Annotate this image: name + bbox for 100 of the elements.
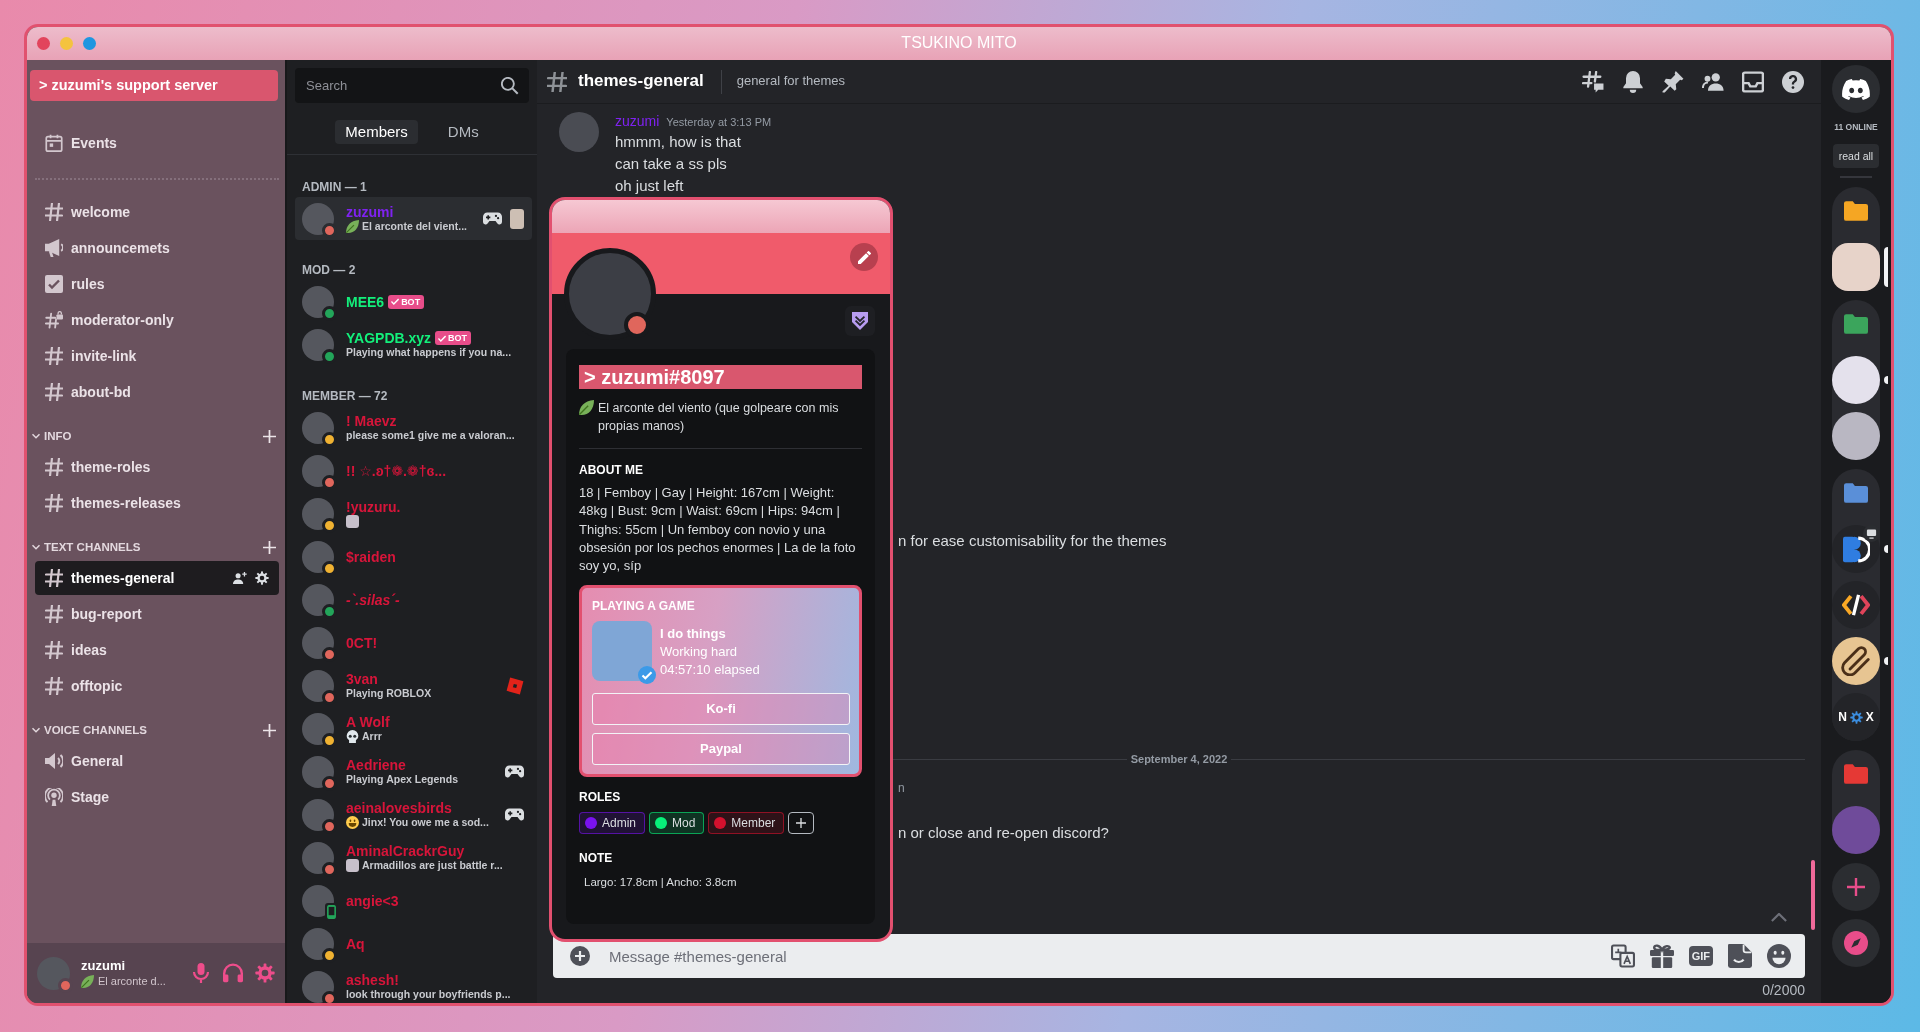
selected-member-row[interactable]: zuzumi El arconte del vient... xyxy=(295,197,532,240)
scrollbar-thumb[interactable] xyxy=(1811,860,1815,930)
member-name: A Wolf xyxy=(346,714,390,730)
user-avatar[interactable] xyxy=(302,583,334,616)
member-name: ashesh! xyxy=(346,972,399,988)
user-avatar[interactable] xyxy=(302,454,334,487)
server-icon[interactable] xyxy=(1832,581,1880,629)
user-avatar[interactable] xyxy=(302,884,334,917)
user-avatar[interactable] xyxy=(302,328,334,361)
member-activity: Arrr xyxy=(362,730,382,743)
custom-status: El arconte d... xyxy=(98,974,166,988)
user-avatar[interactable] xyxy=(302,712,334,745)
server-picture[interactable] xyxy=(1832,243,1880,291)
user-avatar[interactable] xyxy=(302,755,334,788)
user-avatar[interactable] xyxy=(302,970,334,1003)
user-avatar[interactable] xyxy=(302,411,334,444)
add-member-icon[interactable] xyxy=(233,571,247,585)
hash-icon xyxy=(45,347,63,365)
search-field[interactable]: Search xyxy=(295,68,529,103)
channel-item[interactable]: announcemets xyxy=(35,231,279,265)
channel-item[interactable]: welcome xyxy=(35,195,279,229)
member-group-heading: ADMIN — 1 xyxy=(302,179,367,195)
server-icon[interactable]: N X xyxy=(1832,693,1880,741)
threads-icon[interactable] xyxy=(1582,70,1604,93)
help-icon[interactable] xyxy=(1782,70,1804,93)
channel-item[interactable]: invite-link xyxy=(35,339,279,373)
user-avatar[interactable] xyxy=(302,841,334,874)
explore-button[interactable] xyxy=(1832,919,1880,967)
search-icon[interactable] xyxy=(501,76,519,95)
translate-icon[interactable] xyxy=(1610,944,1635,968)
server-picture[interactable] xyxy=(1832,412,1880,460)
gear-icon xyxy=(1849,710,1863,724)
user-avatar[interactable] xyxy=(302,669,334,702)
note-text[interactable]: Largo: 17.8cm | Ancho: 3.8cm xyxy=(584,875,737,891)
user-avatar[interactable] xyxy=(302,927,334,960)
server-icon[interactable] xyxy=(1832,525,1880,573)
members-icon[interactable] xyxy=(1702,70,1724,93)
add-server-button[interactable] xyxy=(1832,863,1880,911)
channel-item[interactable]: about-bd xyxy=(35,375,279,409)
plus-icon[interactable] xyxy=(263,723,276,737)
server-icon[interactable] xyxy=(1832,637,1880,685)
leaf-emoji-icon xyxy=(579,400,594,415)
activity-elapsed: 04:57:10 elapsed xyxy=(660,661,760,680)
leaf-emoji-icon xyxy=(346,220,359,233)
channel-item[interactable]: offtopic xyxy=(35,669,279,703)
category-toggle[interactable]: VOICE CHANNELS xyxy=(32,722,147,738)
edit-profile-button[interactable] xyxy=(850,243,878,271)
channel-topic: general for themes xyxy=(736,73,846,90)
user-avatar[interactable] xyxy=(302,497,334,530)
settings-icon[interactable] xyxy=(255,571,269,585)
user-avatar[interactable] xyxy=(302,285,334,318)
user-avatar[interactable] xyxy=(302,540,334,573)
folder-icon[interactable] xyxy=(1844,764,1868,784)
server-name-header[interactable]: > zuzumi's support server xyxy=(30,70,278,101)
channel-item[interactable]: rules xyxy=(35,267,279,301)
channel-item[interactable]: moderator-only xyxy=(35,303,279,337)
chevron-up-icon[interactable] xyxy=(1771,913,1787,922)
channel-item[interactable]: General xyxy=(35,744,279,778)
folder-icon[interactable] xyxy=(1844,483,1868,503)
user-avatar[interactable] xyxy=(302,202,334,235)
server-picture[interactable] xyxy=(1832,356,1880,404)
pin-icon[interactable] xyxy=(1662,70,1684,93)
folder-icon[interactable] xyxy=(1844,201,1868,221)
category-toggle[interactable]: TEXT CHANNELS xyxy=(32,539,141,555)
paperclip-icon xyxy=(1841,646,1871,676)
section-heading: NOTE xyxy=(579,851,613,866)
home-button[interactable] xyxy=(1832,65,1880,113)
speaker-icon xyxy=(45,752,63,770)
member-name: YAGPDB.xyz xyxy=(346,330,432,346)
channel-item[interactable]: themes-releases xyxy=(35,486,279,520)
category-toggle[interactable]: INFO xyxy=(32,428,72,444)
gif-button[interactable]: GIF xyxy=(1688,946,1713,966)
read-all-button[interactable]: read all xyxy=(1832,144,1880,168)
headphones-icon[interactable] xyxy=(223,963,243,983)
plus-icon[interactable] xyxy=(263,540,276,554)
hash-icon xyxy=(45,605,63,623)
bot-tag-label: BOT xyxy=(448,332,468,345)
folder-icon[interactable] xyxy=(1844,314,1868,334)
broadcast-icon xyxy=(45,788,63,806)
tab[interactable]: Members xyxy=(335,120,418,144)
events-link[interactable]: Events xyxy=(35,126,279,160)
user-avatar[interactable] xyxy=(302,626,334,659)
add-attachment-icon[interactable] xyxy=(570,946,590,966)
gift-icon[interactable] xyxy=(1649,944,1674,968)
sticker-icon[interactable] xyxy=(1728,944,1752,968)
microphone-icon[interactable] xyxy=(191,963,211,983)
bell-icon[interactable] xyxy=(1622,70,1644,93)
message-text: n for ease customisability for the themes xyxy=(898,532,1167,549)
emoji-icon[interactable] xyxy=(1767,944,1791,968)
channel-item[interactable]: themes-general xyxy=(35,561,279,595)
add-role-button[interactable] xyxy=(788,812,815,835)
channel-item[interactable]: bug-report xyxy=(35,597,279,631)
tab[interactable]: DMs xyxy=(437,120,489,144)
plus-icon[interactable] xyxy=(263,429,276,443)
channel-item[interactable]: Stage xyxy=(35,780,279,814)
section-heading: ROLES xyxy=(579,790,621,805)
channel-item[interactable]: ideas xyxy=(35,633,279,667)
user-avatar[interactable] xyxy=(302,798,334,831)
channel-item[interactable]: theme-roles xyxy=(35,450,279,484)
inbox-icon[interactable] xyxy=(1742,70,1764,93)
